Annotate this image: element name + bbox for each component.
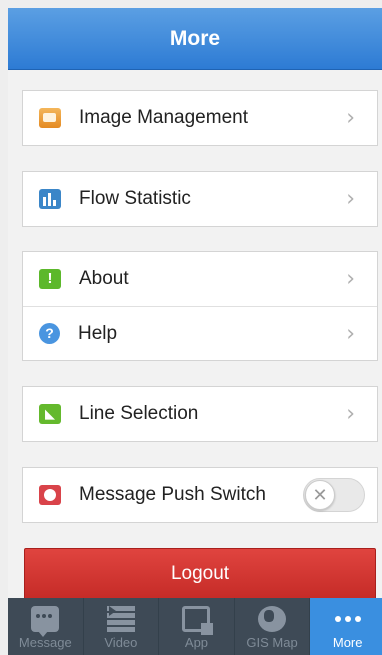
page-title: More xyxy=(169,26,221,50)
chevron-right-icon: › xyxy=(346,401,355,427)
push-switch-toggle[interactable]: ✕ xyxy=(303,478,365,512)
chevron-right-icon: › xyxy=(346,105,355,131)
exclamation-icon: ! xyxy=(39,269,61,289)
chevron-right-icon: › xyxy=(346,186,355,212)
menu-group-info: ! About › ? Help › xyxy=(22,251,378,361)
menu-item-image-management[interactable]: Image Management › xyxy=(23,91,377,145)
tab-label: Message xyxy=(18,635,72,650)
menu-item-label: Flow Statistic xyxy=(79,188,191,209)
menu-item-about[interactable]: ! About › xyxy=(23,252,377,306)
image-icon xyxy=(39,108,61,128)
bar-chart-icon xyxy=(39,189,61,209)
menu-item-label: About xyxy=(79,268,129,289)
menu-group-flow: Flow Statistic › xyxy=(22,171,378,227)
tab-more[interactable]: More xyxy=(310,598,382,655)
menu-item-help[interactable]: ? Help › xyxy=(23,306,377,360)
video-icon xyxy=(106,606,135,632)
globe-icon xyxy=(258,606,287,632)
chevron-right-icon: › xyxy=(346,266,355,292)
rss-signal-icon: ◣ xyxy=(39,404,61,424)
app-icon xyxy=(182,606,214,635)
menu-item-label: Help xyxy=(78,322,118,344)
menu-item-label: Image Management xyxy=(79,107,248,128)
tab-label: GIS Map xyxy=(246,635,298,650)
tab-label: App xyxy=(184,635,209,650)
tab-video[interactable]: Video xyxy=(84,598,160,655)
tab-app[interactable]: App xyxy=(159,598,235,655)
message-icon xyxy=(31,606,60,637)
toggle-record-icon xyxy=(39,485,61,505)
close-icon: ✕ xyxy=(305,480,335,510)
menu-item-message-push-switch: Message Push Switch ✕ xyxy=(23,468,377,522)
logout-button[interactable]: Logout xyxy=(24,548,376,600)
tab-label: Video xyxy=(104,635,138,650)
menu-group-push: Message Push Switch ✕ xyxy=(22,467,378,523)
app-screen: More Image Management › Flow Statistic ›… xyxy=(8,8,382,655)
question-icon: ? xyxy=(39,323,60,344)
chevron-right-icon: › xyxy=(346,321,355,346)
tab-message[interactable]: Message xyxy=(8,598,84,655)
tab-label: More xyxy=(332,635,363,650)
menu-item-line-selection[interactable]: ◣ Line Selection › xyxy=(23,387,377,441)
menu-item-label: Message Push Switch xyxy=(79,484,266,505)
menu-group-image: Image Management › xyxy=(22,90,378,146)
bottom-tab-bar: Message Video App GIS Map More xyxy=(8,598,382,655)
menu-item-flow-statistic[interactable]: Flow Statistic › xyxy=(23,172,377,226)
menu-item-label: Line Selection xyxy=(79,403,199,424)
menu-group-line: ◣ Line Selection › xyxy=(22,386,378,442)
more-icon xyxy=(334,606,362,632)
header-bar: More xyxy=(8,8,382,70)
tab-gis-map[interactable]: GIS Map xyxy=(235,598,311,655)
